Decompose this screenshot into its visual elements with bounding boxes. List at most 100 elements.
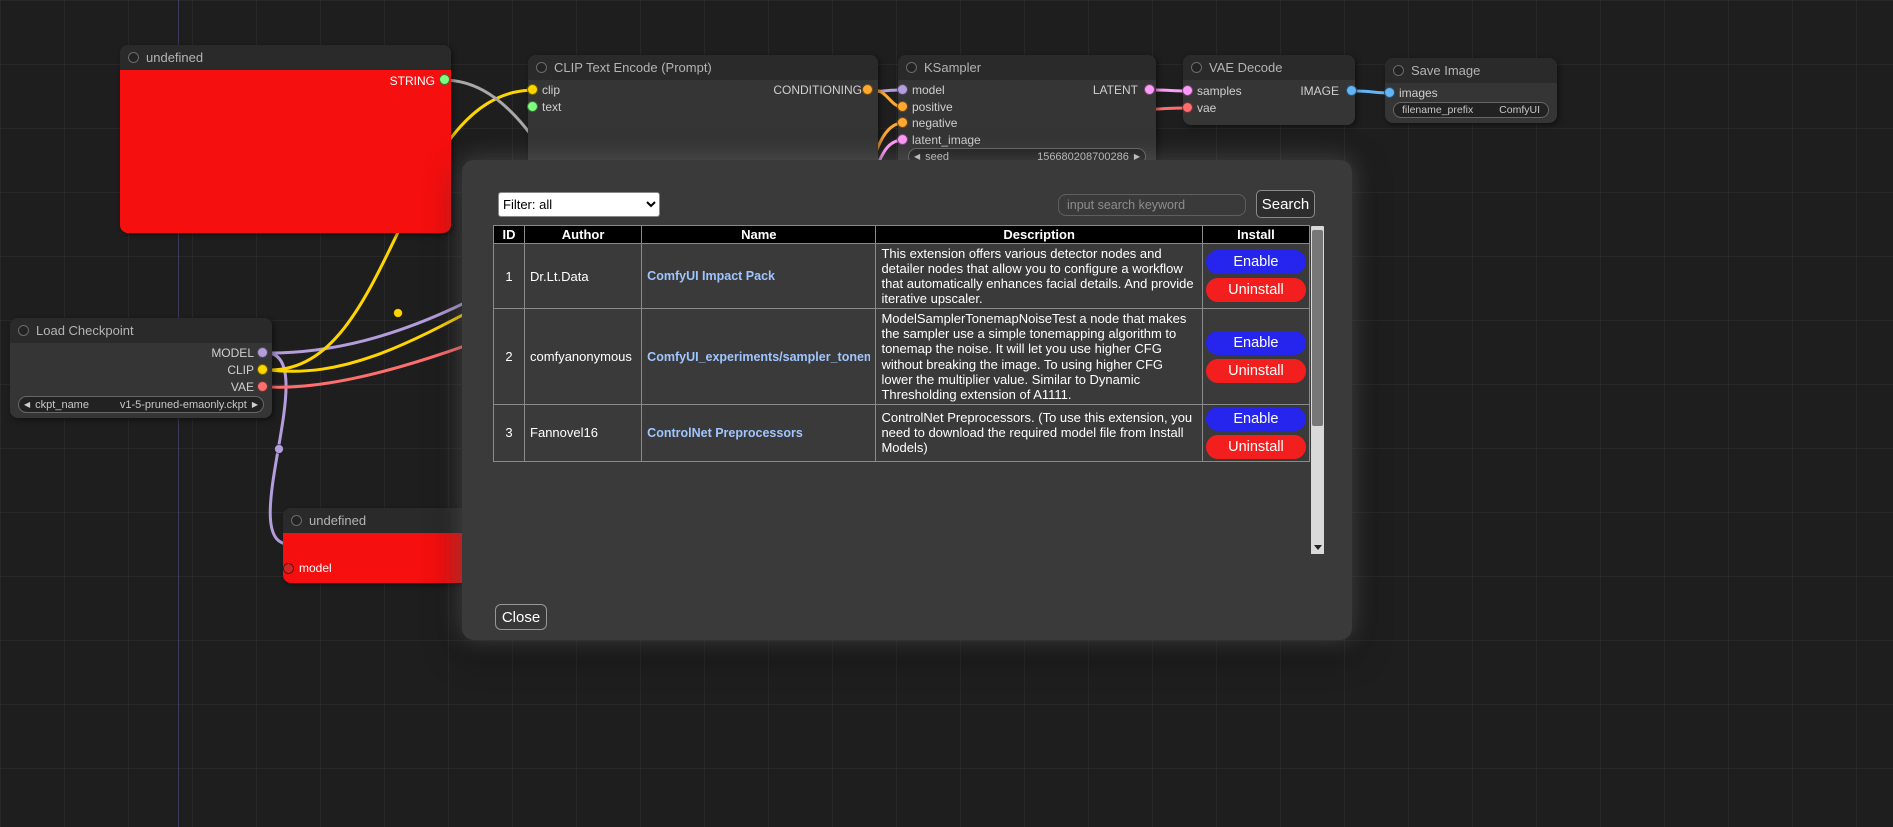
node-header[interactable]: Save Image: [1385, 58, 1557, 83]
node-body: images filename_prefix ComfyUI: [1385, 83, 1557, 123]
input-slot-label: model: [299, 561, 332, 575]
close-button[interactable]: Close: [495, 604, 547, 630]
extension-link[interactable]: ComfyUI Impact Pack: [647, 269, 870, 283]
extension-id: 2: [494, 309, 525, 404]
vae-output-dot[interactable]: [257, 381, 268, 392]
collapse-dot-icon[interactable]: [291, 515, 302, 526]
node-load-checkpoint[interactable]: Load Checkpoint MODEL CLIP VAE ckpt_name…: [10, 318, 272, 418]
enable-button[interactable]: Enable: [1206, 331, 1306, 355]
node-header[interactable]: undefined: [120, 45, 451, 70]
collapse-dot-icon[interactable]: [18, 325, 29, 336]
extension-description: ModelSamplerTonemapNoiseTest a node that…: [876, 309, 1202, 404]
node-title: Load Checkpoint: [36, 323, 134, 338]
search-input[interactable]: [1058, 194, 1246, 216]
scrollbar-down-icon[interactable]: [1311, 541, 1324, 554]
latent-image-input-dot[interactable]: [897, 134, 908, 145]
ckpt-widget-value: v1-5-pruned-emaonly.ckpt: [89, 399, 247, 411]
string-output-dot[interactable]: [439, 74, 450, 85]
extension-id: 3: [494, 404, 525, 461]
enable-button[interactable]: Enable: [1206, 250, 1306, 274]
negative-input-dot[interactable]: [897, 117, 908, 128]
clip-output-dot[interactable]: [257, 364, 268, 375]
column-header-name: Name: [642, 226, 876, 244]
column-header-author: Author: [525, 226, 642, 244]
vae-input-dot[interactable]: [1182, 102, 1193, 113]
input-slot-label: samples: [1197, 84, 1242, 98]
output-slot-label: LATENT: [1093, 83, 1138, 97]
output-slot-label: CONDITIONING: [773, 83, 862, 97]
column-header-description: Description: [876, 226, 1202, 244]
node-title: CLIP Text Encode (Prompt): [554, 60, 712, 75]
input-slot-label: model: [912, 83, 945, 97]
collapse-dot-icon[interactable]: [1191, 62, 1202, 73]
link-midpoint-dot: [394, 309, 403, 318]
node-header[interactable]: KSampler: [898, 55, 1156, 80]
input-slot-label: images: [1399, 86, 1438, 100]
filename-prefix-widget[interactable]: filename_prefix ComfyUI: [1393, 102, 1549, 118]
input-slot-label: negative: [912, 116, 957, 130]
node-title: undefined: [309, 513, 366, 528]
output-slot-label: STRING: [390, 74, 435, 88]
collapse-dot-icon[interactable]: [128, 52, 139, 63]
collapse-dot-icon[interactable]: [1393, 65, 1404, 76]
extension-author: comfyanonymous: [525, 309, 642, 404]
node-title: KSampler: [924, 60, 981, 75]
extension-author: Dr.Lt.Data: [525, 244, 642, 309]
collapse-dot-icon[interactable]: [536, 62, 547, 73]
conditioning-output-dot[interactable]: [862, 84, 873, 95]
extension-id: 1: [494, 244, 525, 309]
extension-table: ID Author Name Description Install 1 Dr.…: [493, 225, 1310, 462]
node-header[interactable]: CLIP Text Encode (Prompt): [528, 55, 878, 80]
output-slot-label: VAE: [231, 380, 254, 394]
enable-button[interactable]: Enable: [1206, 407, 1306, 431]
ckpt-name-widget[interactable]: ckpt_name v1-5-pruned-emaonly.ckpt: [18, 396, 264, 413]
node-vae-decode[interactable]: VAE Decode samples vae IMAGE: [1183, 55, 1355, 125]
table-row: 2 comfyanonymous ComfyUI_experiments/sam…: [494, 309, 1310, 404]
node-title: VAE Decode: [1209, 60, 1282, 75]
node-header[interactable]: Load Checkpoint: [10, 318, 272, 343]
input-slot-label: text: [542, 100, 561, 114]
node-body: MODEL CLIP VAE ckpt_name v1-5-pruned-ema…: [10, 343, 272, 418]
uninstall-button[interactable]: Uninstall: [1206, 435, 1306, 459]
comfyui-canvas[interactable]: { "canvas": { "nodes": { "undefined_top"…: [0, 0, 1893, 827]
column-header-install: Install: [1202, 226, 1309, 244]
images-input-dot[interactable]: [1384, 87, 1395, 98]
node-save-image[interactable]: Save Image images filename_prefix ComfyU…: [1385, 58, 1557, 123]
input-slot-label: clip: [542, 83, 560, 97]
model-output-dot[interactable]: [257, 347, 268, 358]
image-output-dot[interactable]: [1346, 85, 1357, 96]
input-slot-label: latent_image: [912, 133, 981, 147]
node-undefined-top[interactable]: undefined STRING: [120, 45, 451, 233]
table-scrollbar[interactable]: [1311, 226, 1324, 554]
model-input-dot[interactable]: [897, 84, 908, 95]
extension-description: ControlNet Preprocessors. (To use this e…: [876, 404, 1202, 461]
model-input-dot[interactable]: [283, 563, 294, 574]
column-header-id: ID: [494, 226, 525, 244]
table-row: 1 Dr.Lt.Data ComfyUI Impact Pack This ex…: [494, 244, 1310, 309]
collapse-dot-icon[interactable]: [906, 62, 917, 73]
extension-link[interactable]: ComfyUI_experiments/sampler_tonemap: [647, 350, 870, 364]
uninstall-button[interactable]: Uninstall: [1206, 278, 1306, 302]
scrollbar-thumb[interactable]: [1312, 230, 1323, 426]
search-button[interactable]: Search: [1256, 190, 1315, 218]
ckpt-prev-icon[interactable]: [19, 400, 35, 409]
output-slot-label: CLIP: [227, 363, 254, 377]
ckpt-widget-label: ckpt_name: [35, 399, 89, 411]
table-header-row: ID Author Name Description Install: [494, 226, 1310, 244]
ckpt-next-icon[interactable]: [247, 400, 263, 409]
positive-input-dot[interactable]: [897, 101, 908, 112]
filter-select[interactable]: Filter: all: [498, 192, 660, 217]
node-body: STRING: [120, 70, 451, 233]
extension-link[interactable]: ControlNet Preprocessors: [647, 426, 870, 440]
latent-output-dot[interactable]: [1144, 84, 1155, 95]
clip-input-dot[interactable]: [527, 84, 538, 95]
output-slot-label: IMAGE: [1300, 84, 1339, 98]
node-ksampler[interactable]: KSampler model positive negative latent_…: [898, 55, 1156, 170]
extension-description: This extension offers various detector n…: [876, 244, 1202, 309]
samples-input-dot[interactable]: [1182, 85, 1193, 96]
node-title: undefined: [146, 50, 203, 65]
uninstall-button[interactable]: Uninstall: [1206, 359, 1306, 383]
node-header[interactable]: VAE Decode: [1183, 55, 1355, 80]
text-input-dot[interactable]: [527, 101, 538, 112]
filename-prefix-label: filename_prefix: [1394, 104, 1481, 116]
